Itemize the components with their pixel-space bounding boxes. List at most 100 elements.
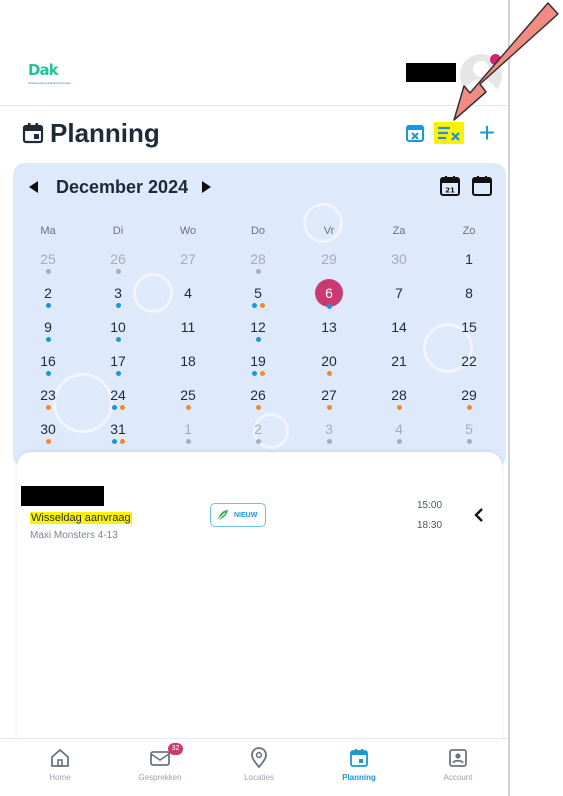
- events-panel: Wisseldag aanvraag Maxi Monsters 4-13 NI…: [17, 452, 502, 742]
- calendar-day[interactable]: 30: [31, 420, 65, 448]
- calendar-day[interactable]: 16: [31, 352, 65, 380]
- event-dot: [259, 371, 265, 376]
- calendar-day-today[interactable]: 6: [312, 279, 346, 312]
- calendar-day[interactable]: 5: [241, 284, 275, 312]
- day-number: 21: [391, 353, 407, 369]
- nav-item-account[interactable]: Account: [418, 747, 498, 782]
- day-number: 31: [110, 421, 126, 437]
- calendar-day[interactable]: 25: [171, 386, 205, 414]
- calendar-day[interactable]: 28: [382, 386, 416, 414]
- calendar-day[interactable]: 7: [382, 284, 416, 312]
- event-dots: [171, 371, 205, 377]
- weekday-label: Ma: [40, 225, 56, 237]
- calendar-day[interactable]: 10: [101, 318, 135, 346]
- list-x-icon: [438, 126, 460, 141]
- logo-text: Dak: [28, 61, 59, 79]
- calendar-day[interactable]: 4: [382, 420, 416, 448]
- calendar-day[interactable]: 23: [31, 386, 65, 414]
- calendar-day[interactable]: 25: [31, 250, 65, 278]
- event-dots: [382, 405, 416, 411]
- calendar-day[interactable]: 9: [31, 318, 65, 346]
- day-number: 8: [465, 285, 473, 301]
- event-dot: [255, 269, 261, 274]
- calendar-day[interactable]: 2: [31, 284, 65, 312]
- avatar-head-shape: [473, 61, 489, 77]
- next-month-icon[interactable]: [202, 181, 212, 193]
- event-dots: [312, 371, 346, 377]
- event-dot: [396, 439, 402, 444]
- weekday-header: Ma Di Wo Do Vr Za Zo: [13, 225, 506, 239]
- event-dots: [452, 439, 486, 445]
- event-dot: [255, 337, 261, 342]
- day-number: 16: [40, 353, 56, 369]
- event-dots: [31, 269, 65, 275]
- calendar-day[interactable]: 8: [452, 284, 486, 312]
- calendar-day[interactable]: 1: [452, 250, 486, 278]
- calendar-day[interactable]: 11: [171, 318, 205, 346]
- event-dots: [171, 269, 205, 275]
- calendar-day[interactable]: 22: [452, 352, 486, 380]
- event-title[interactable]: Wisseldag aanvraag: [30, 512, 132, 524]
- day-number: 28: [391, 387, 407, 403]
- calendar-day[interactable]: 20: [312, 352, 346, 380]
- day-number: 29: [461, 387, 477, 403]
- swap-day-button[interactable]: [434, 122, 464, 144]
- calendar-day[interactable]: 30: [382, 250, 416, 278]
- nav-item-locaties[interactable]: Locaties: [219, 747, 299, 782]
- calendar-day[interactable]: 14: [382, 318, 416, 346]
- calendar-day[interactable]: 3: [101, 284, 135, 312]
- event-dots: [382, 371, 416, 377]
- event-end-time: 18:30: [417, 520, 443, 531]
- calendar-day[interactable]: 29: [452, 386, 486, 414]
- cancel-day-button[interactable]: [404, 122, 426, 144]
- day-number: 1: [465, 251, 473, 267]
- calendar-day[interactable]: 28: [241, 250, 275, 278]
- calendar-day[interactable]: 26: [101, 250, 135, 278]
- calendar-day[interactable]: 24: [101, 386, 135, 414]
- month-navigation: December 2024: [29, 177, 212, 197]
- day-number: 5: [254, 285, 262, 301]
- calendar-day[interactable]: 31: [101, 420, 135, 448]
- nav-item-planning[interactable]: Planning: [319, 747, 399, 782]
- day-number: 26: [110, 251, 126, 267]
- event-dots: [452, 269, 486, 275]
- brand-logo[interactable]: Dak Kinderopvang & Buitenschoolse: [28, 61, 72, 85]
- calendar-day[interactable]: 21: [382, 352, 416, 380]
- calendar-day[interactable]: 13: [312, 318, 346, 346]
- event-dot: [466, 439, 472, 444]
- calendar-day[interactable]: 26: [241, 386, 275, 414]
- logo-tagline: Kinderopvang & Buitenschoolse: [28, 81, 71, 85]
- event-dot: [119, 439, 125, 444]
- previous-month-icon[interactable]: [29, 181, 38, 193]
- app-window: Dak Kinderopvang & Buitenschoolse Planni…: [0, 0, 510, 796]
- calendar-day[interactable]: 12: [241, 318, 275, 346]
- calendar-day[interactable]: 1: [171, 420, 205, 448]
- event-dot: [119, 405, 125, 410]
- calendar-day[interactable]: 18: [171, 352, 205, 380]
- nav-item-home[interactable]: Home: [20, 747, 100, 782]
- event-dot: [45, 439, 51, 444]
- event-dots: [312, 337, 346, 343]
- calendar-day[interactable]: 17: [101, 352, 135, 380]
- calendar-day[interactable]: 4: [171, 284, 205, 312]
- weekday-label: Wo: [179, 225, 197, 237]
- calendar-day[interactable]: 19: [241, 352, 275, 380]
- month-view-icon[interactable]: [471, 175, 493, 197]
- event-dots: [452, 303, 486, 309]
- event-dots: [31, 371, 65, 377]
- calendar-day[interactable]: 5: [452, 420, 486, 448]
- calendar-day[interactable]: 27: [312, 386, 346, 414]
- calendar-day[interactable]: 27: [171, 250, 205, 278]
- calendar-day[interactable]: 15: [452, 318, 486, 346]
- event-dots: [452, 405, 486, 411]
- calendar-day[interactable]: 29: [312, 250, 346, 278]
- event-dot: [396, 405, 402, 410]
- calendar-day[interactable]: 2: [241, 420, 275, 448]
- calendar-day[interactable]: 3: [312, 420, 346, 448]
- chevron-left-icon[interactable]: [472, 506, 486, 524]
- event-dots: [241, 371, 275, 377]
- day-number: 25: [180, 387, 196, 403]
- day-view-icon[interactable]: 21: [439, 175, 461, 197]
- nav-item-gesprekken[interactable]: 32 Gesprekken: [120, 743, 200, 782]
- add-button[interactable]: +: [476, 119, 498, 147]
